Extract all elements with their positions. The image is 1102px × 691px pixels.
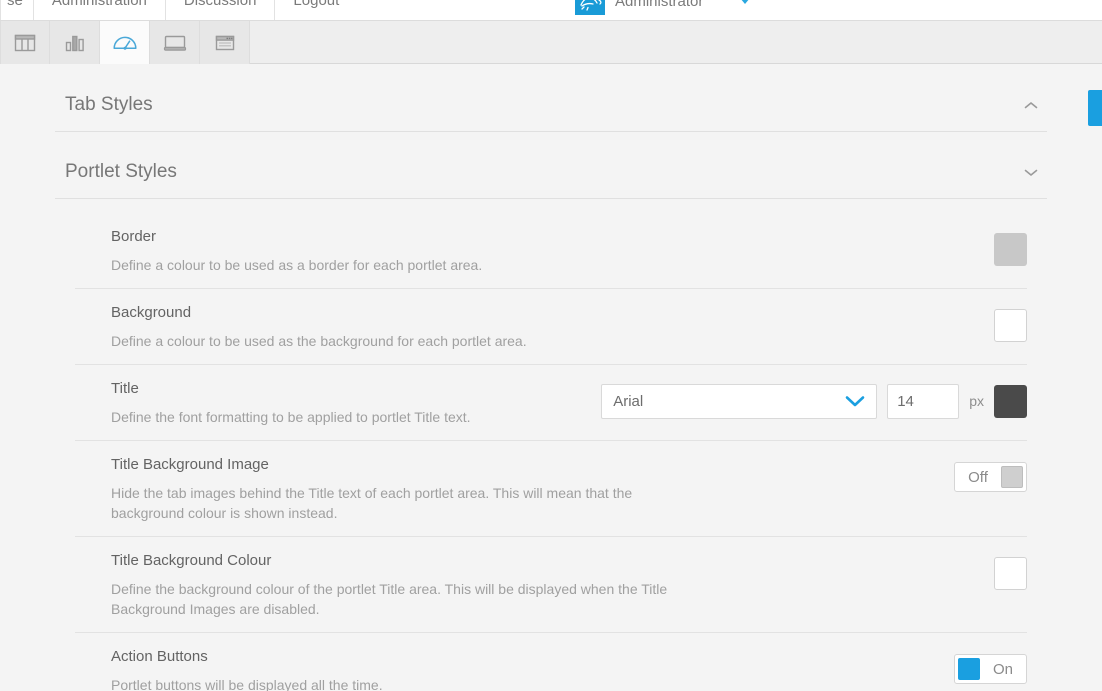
setting-background-labels: Background Define a colour to be used as… — [75, 303, 994, 351]
border-colour-swatch[interactable] — [994, 232, 1027, 266]
caret-down-icon[interactable] — [740, 0, 750, 4]
tab-dashboard[interactable] — [100, 21, 150, 64]
setting-border-control — [994, 227, 1027, 269]
chevron-down-icon[interactable] — [844, 394, 866, 408]
title-font-colour-swatch[interactable] — [994, 384, 1027, 418]
gauge-icon — [112, 33, 138, 53]
font-size-unit-label: px — [969, 393, 984, 409]
user-avatar-icon — [575, 0, 605, 15]
tab-charts[interactable] — [50, 21, 100, 64]
section-portlet-styles[interactable]: Portlet Styles — [55, 146, 1047, 199]
top-menu-bar: se Administration Discussion Logout Admi… — [0, 0, 1102, 21]
menu-item-logout[interactable]: Logout — [275, 0, 357, 20]
section-portlet-styles-title: Portlet Styles — [65, 161, 177, 182]
setting-title-labels: Title Define the font formatting to be a… — [75, 379, 601, 427]
icon-tab-strip — [0, 21, 1102, 64]
tab-strip-filler — [250, 21, 1102, 63]
setting-background-control — [994, 303, 1027, 345]
font-family-value: Arial — [613, 392, 644, 410]
chevron-down-icon[interactable] — [1023, 164, 1039, 180]
setting-title-background-image: Title Background Image Hide the tab imag… — [75, 441, 1027, 537]
sections-wrapper: Tab Styles Portlet Styles Border Define … — [55, 79, 1047, 691]
section-tab-styles[interactable]: Tab Styles — [55, 79, 1047, 132]
setting-action-buttons-title: Action Buttons — [111, 648, 208, 665]
setting-title-title: Title — [111, 380, 139, 397]
setting-title-background-colour-control — [994, 551, 1027, 593]
setting-background-title: Background — [111, 304, 192, 321]
main-menu: se Administration Discussion Logout — [0, 0, 357, 20]
setting-title-description: Define the font formatting to be applied… — [111, 409, 471, 425]
setting-border-description: Define a colour to be used as a border f… — [111, 257, 483, 273]
setting-title-background-image-labels: Title Background Image Hide the tab imag… — [75, 455, 954, 523]
setting-title-background-colour-labels: Title Background Colour Define the backg… — [75, 551, 994, 619]
setting-title-background-colour-description: Define the background colour of the port… — [111, 581, 668, 617]
user-name-label: Administrator — [615, 0, 704, 10]
side-panel-handle[interactable] — [1088, 90, 1102, 126]
columns-layout-icon — [14, 33, 36, 53]
title-background-image-toggle[interactable]: Off — [954, 462, 1027, 492]
tab-screen[interactable] — [150, 21, 200, 64]
toggle-knob — [1001, 466, 1023, 488]
toggle-knob — [958, 658, 980, 680]
monitor-icon — [163, 33, 187, 53]
setting-title-background-image-control: Off — [954, 455, 1027, 497]
setting-border-title: Border — [111, 228, 157, 245]
user-menu[interactable]: Administrator — [575, 0, 750, 20]
menu-item-discussion[interactable]: Discussion — [166, 0, 276, 20]
tab-layout[interactable] — [0, 21, 50, 64]
setting-title-background-colour-title: Title Background Colour — [111, 552, 272, 569]
setting-title-background-colour: Title Background Colour Define the backg… — [75, 537, 1027, 633]
section-tab-styles-title: Tab Styles — [65, 94, 153, 115]
action-buttons-toggle[interactable]: On — [954, 654, 1027, 684]
browser-window-icon — [214, 33, 236, 53]
menu-item-clipped[interactable]: se — [0, 0, 34, 20]
toggle-state-label: Off — [968, 468, 988, 486]
setting-action-buttons-description: Portlet buttons will be displayed all th… — [111, 677, 383, 691]
bar-chart-icon — [64, 33, 86, 53]
setting-action-buttons-labels: Action Buttons Portlet buttons will be d… — [75, 647, 954, 691]
setting-border-labels: Border Define a colour to be used as a b… — [75, 227, 994, 275]
menu-item-administration[interactable]: Administration — [34, 0, 166, 20]
setting-background-description: Define a colour to be used as the backgr… — [111, 333, 527, 349]
portlet-settings-list: Border Define a colour to be used as a b… — [55, 199, 1047, 691]
setting-background: Background Define a colour to be used as… — [75, 289, 1027, 365]
setting-title-background-image-title: Title Background Image — [111, 456, 269, 473]
tab-browser[interactable] — [200, 21, 250, 64]
setting-title-control: Arial px — [601, 379, 1027, 421]
font-size-input[interactable] — [887, 383, 960, 419]
setting-action-buttons: Action Buttons Portlet buttons will be d… — [75, 633, 1027, 691]
title-background-colour-swatch[interactable] — [994, 556, 1027, 590]
setting-action-buttons-control: On — [954, 647, 1027, 689]
setting-border: Border Define a colour to be used as a b… — [75, 213, 1027, 289]
setting-title: Title Define the font formatting to be a… — [75, 365, 1027, 441]
chevron-up-icon[interactable] — [1023, 97, 1039, 113]
setting-title-background-image-description: Hide the tab images behind the Title tex… — [111, 485, 633, 521]
font-family-select[interactable]: Arial — [601, 383, 878, 419]
background-colour-swatch[interactable] — [994, 308, 1027, 342]
settings-panel: Tab Styles Portlet Styles Border Define … — [0, 64, 1102, 691]
toggle-state-label: On — [992, 660, 1013, 678]
